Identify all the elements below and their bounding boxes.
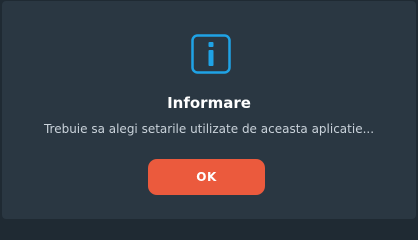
info-dialog: Informare Trebuie sa alegi setarile util… (2, 1, 416, 219)
dialog-message: Trebuie sa alegi setarile utilizate de a… (43, 122, 375, 136)
dialog-title: Informare (167, 94, 251, 112)
ok-button[interactable]: OK (148, 159, 265, 195)
info-icon (191, 34, 231, 74)
